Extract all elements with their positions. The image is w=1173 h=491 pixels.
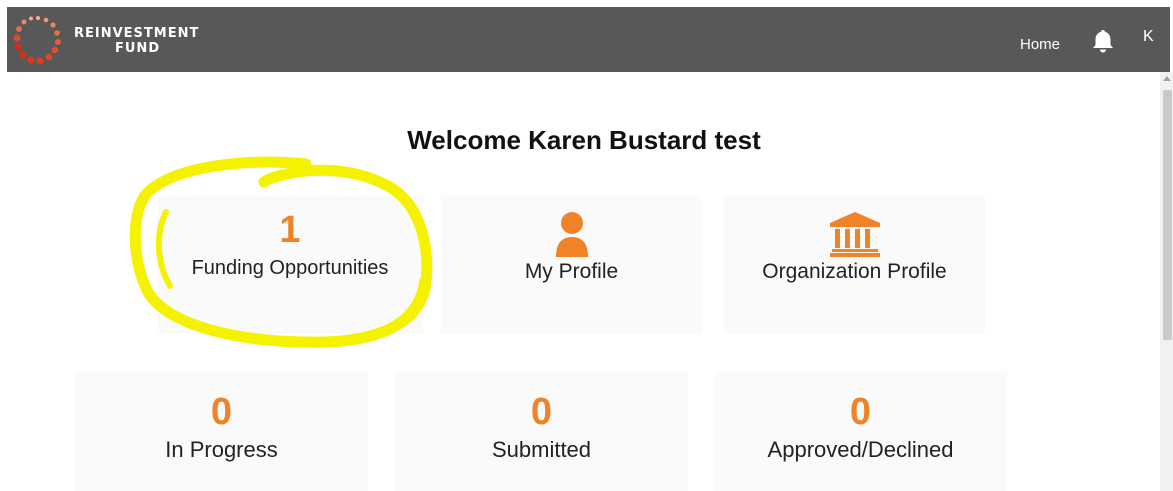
person-icon xyxy=(555,212,588,257)
bank-building-icon xyxy=(829,212,880,257)
my-profile-card[interactable]: My Profile xyxy=(441,196,702,334)
approved-declined-label: Approved/Declined xyxy=(767,437,954,462)
funding-opportunities-label: Funding Opportunities xyxy=(191,257,389,279)
organization-profile-label: Organization Profile xyxy=(762,260,947,283)
brand-line-2: FUND xyxy=(115,41,161,56)
organization-profile-card[interactable]: Organization Profile xyxy=(724,196,985,334)
notification-bell-icon[interactable] xyxy=(1090,28,1116,54)
brand-name[interactable]: REINVESTMENT FUND xyxy=(74,26,199,56)
reinvestment-fund-logo-icon[interactable] xyxy=(13,15,63,65)
in-progress-card[interactable]: 0 In Progress xyxy=(75,372,368,491)
submitted-count: 0 xyxy=(530,391,553,433)
approved-declined-card[interactable]: 0 Approved/Declined xyxy=(714,372,1007,491)
submitted-card[interactable]: 0 Submitted xyxy=(395,372,688,491)
funding-opportunities-card[interactable]: 1 Funding Opportunities xyxy=(157,196,423,334)
nav-home-link[interactable]: Home xyxy=(1020,36,1060,53)
scroll-up-arrow-icon[interactable] xyxy=(1163,76,1171,81)
submitted-label: Submitted xyxy=(491,437,592,462)
approved-declined-count: 0 xyxy=(849,391,872,433)
top-navbar: REINVESTMENT FUND Home K xyxy=(7,7,1170,72)
brand-line-1: REINVESTMENT xyxy=(74,26,200,41)
welcome-heading: Welcome Karen Bustard test xyxy=(407,125,761,155)
user-menu-initial[interactable]: K xyxy=(1143,28,1154,46)
in-progress-label: In Progress xyxy=(165,437,278,462)
funding-opportunities-count: 1 xyxy=(279,209,301,251)
my-profile-label: My Profile xyxy=(524,260,619,283)
in-progress-count: 0 xyxy=(210,391,233,433)
